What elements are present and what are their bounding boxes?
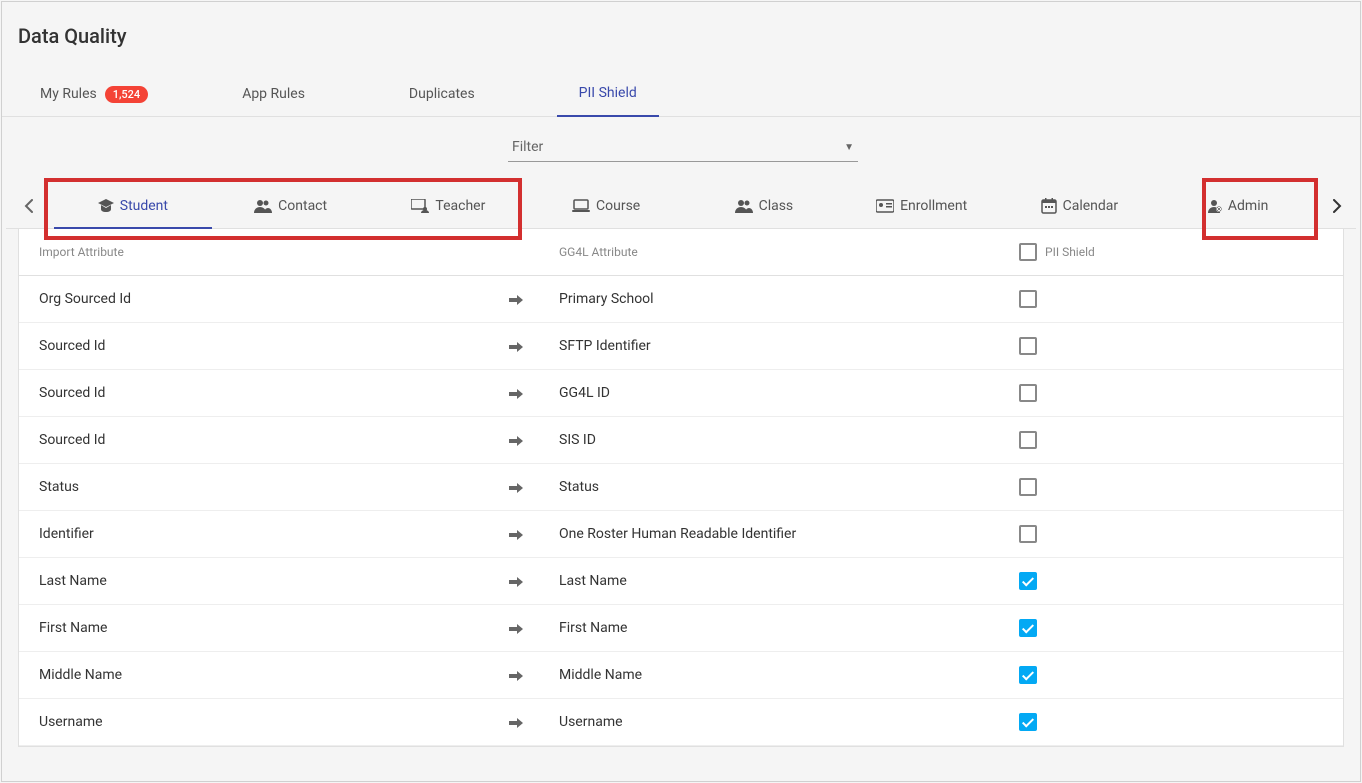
graduate-icon [98,198,114,214]
arrow-right-icon [509,385,559,401]
entity-tab-student[interactable]: Student [54,182,212,228]
gg4l-attribute-cell: SFTP Identifier [559,338,1019,354]
pii-shield-checkbox[interactable] [1019,666,1037,684]
admin-icon [1206,198,1222,214]
import-attribute-cell: Sourced Id [39,385,509,401]
header-pii-shield: PII Shield [1045,245,1095,259]
entity-tab-label: Contact [278,198,327,214]
gg4l-attribute-cell: Status [559,479,1019,495]
scroll-left-button[interactable] [18,192,39,220]
users-icon [735,198,753,214]
tab-label: My Rules [40,86,97,102]
arrow-right-icon [509,573,559,589]
arrow-right-icon [509,620,559,636]
pii-shield-checkbox[interactable] [1019,290,1037,308]
entity-tab-label: Enrollment [900,198,967,214]
entity-tab-label: Student [120,198,168,214]
entity-tabs-wrapper: Student Contact Teacher Course Class Enrollme… [2,182,1360,229]
pii-shield-checkbox[interactable] [1019,478,1037,496]
tab-label: PII Shield [579,85,637,101]
table-row: Status Status [19,464,1343,511]
card-icon [876,198,894,214]
laptop-icon [572,198,590,214]
gg4l-attribute-cell: First Name [559,620,1019,636]
badge: 1,524 [105,86,148,103]
entity-tab-label: Teacher [435,198,485,214]
filter-select[interactable]: Filter ▼ [508,133,858,162]
caret-down-icon: ▼ [844,142,854,153]
pii-shield-checkbox[interactable] [1019,619,1037,637]
scroll-right-button[interactable] [1327,192,1348,220]
gg4l-attribute-cell: Username [559,714,1019,730]
import-attribute-cell: Identifier [39,526,509,542]
entity-tab-label: Calendar [1063,198,1119,214]
table-row: Last Name Last Name [19,558,1343,605]
table-row: Sourced Id SFTP Identifier [19,323,1343,370]
tab-label: Duplicates [409,86,475,102]
entity-tab-admin[interactable]: Admin [1158,182,1316,228]
tab-pii-shield[interactable]: PII Shield [557,73,659,117]
entity-tab-contact[interactable]: Contact [212,182,370,228]
entity-tab-enrollment[interactable]: Enrollment [843,182,1001,228]
entity-tab-calendar[interactable]: Calendar [1001,182,1159,228]
pii-shield-checkbox[interactable] [1019,384,1037,402]
page-title: Data Quality [2,2,1360,56]
entity-tab-class[interactable]: Class [685,182,843,228]
import-attribute-cell: Sourced Id [39,338,509,354]
gg4l-attribute-cell: Middle Name [559,667,1019,683]
entity-tab-label: Class [759,198,794,214]
tab-label: App Rules [242,86,305,102]
entity-tab-course[interactable]: Course [527,182,685,228]
tab-app-rules[interactable]: App Rules [220,74,327,116]
entity-tab-teacher[interactable]: Teacher [370,182,528,228]
import-attribute-cell: First Name [39,620,509,636]
import-attribute-cell: Org Sourced Id [39,291,509,307]
entity-tab-label: Course [596,198,640,214]
tab-my-rules[interactable]: My Rules 1,524 [18,74,170,117]
chalkboard-icon [411,198,429,214]
users-icon [254,198,272,214]
gg4l-attribute-cell: Primary School [559,291,1019,307]
gg4l-attribute-cell: One Roster Human Readable Identifier [559,526,1019,542]
filter-label: Filter [512,139,543,155]
attribute-table: Import Attribute GG4L Attribute PII Shie… [18,229,1344,747]
table-row: Identifier One Roster Human Readable Iden… [19,511,1343,558]
main-tabs: My Rules 1,524 App Rules Duplicates PII Shie… [2,72,1360,117]
entity-tabs: Student Contact Teacher Course Class Enrollme… [6,182,1356,229]
gg4l-attribute-cell: GG4L ID [559,385,1019,401]
table-row: Sourced Id SIS ID [19,417,1343,464]
entity-tab-label: Admin [1228,198,1268,214]
table-header: Import Attribute GG4L Attribute PII Shie… [19,229,1343,276]
pii-shield-checkbox[interactable] [1019,431,1037,449]
import-attribute-cell: Status [39,479,509,495]
tab-duplicates[interactable]: Duplicates [387,74,497,116]
table-row: Username Username [19,699,1343,746]
table-row: Sourced Id GG4L ID [19,370,1343,417]
table-row: First Name First Name [19,605,1343,652]
arrow-right-icon [509,526,559,542]
arrow-right-icon [509,667,559,683]
arrow-right-icon [509,479,559,495]
pii-shield-checkbox[interactable] [1019,337,1037,355]
calendar-icon [1041,198,1057,214]
table-row: Middle Name Middle Name [19,652,1343,699]
header-gg4l-attribute: GG4L Attribute [559,245,1019,259]
pii-shield-checkbox[interactable] [1019,572,1037,590]
arrow-right-icon [509,714,559,730]
pii-shield-header-checkbox[interactable] [1019,243,1037,261]
arrow-right-icon [509,432,559,448]
table-row: Org Sourced Id Primary School [19,276,1343,323]
gg4l-attribute-cell: SIS ID [559,432,1019,448]
import-attribute-cell: Sourced Id [39,432,509,448]
import-attribute-cell: Last Name [39,573,509,589]
arrow-right-icon [509,338,559,354]
arrow-right-icon [509,291,559,307]
import-attribute-cell: Middle Name [39,667,509,683]
header-import-attribute: Import Attribute [39,245,509,259]
import-attribute-cell: Username [39,714,509,730]
pii-shield-checkbox[interactable] [1019,525,1037,543]
gg4l-attribute-cell: Last Name [559,573,1019,589]
pii-shield-checkbox[interactable] [1019,713,1037,731]
